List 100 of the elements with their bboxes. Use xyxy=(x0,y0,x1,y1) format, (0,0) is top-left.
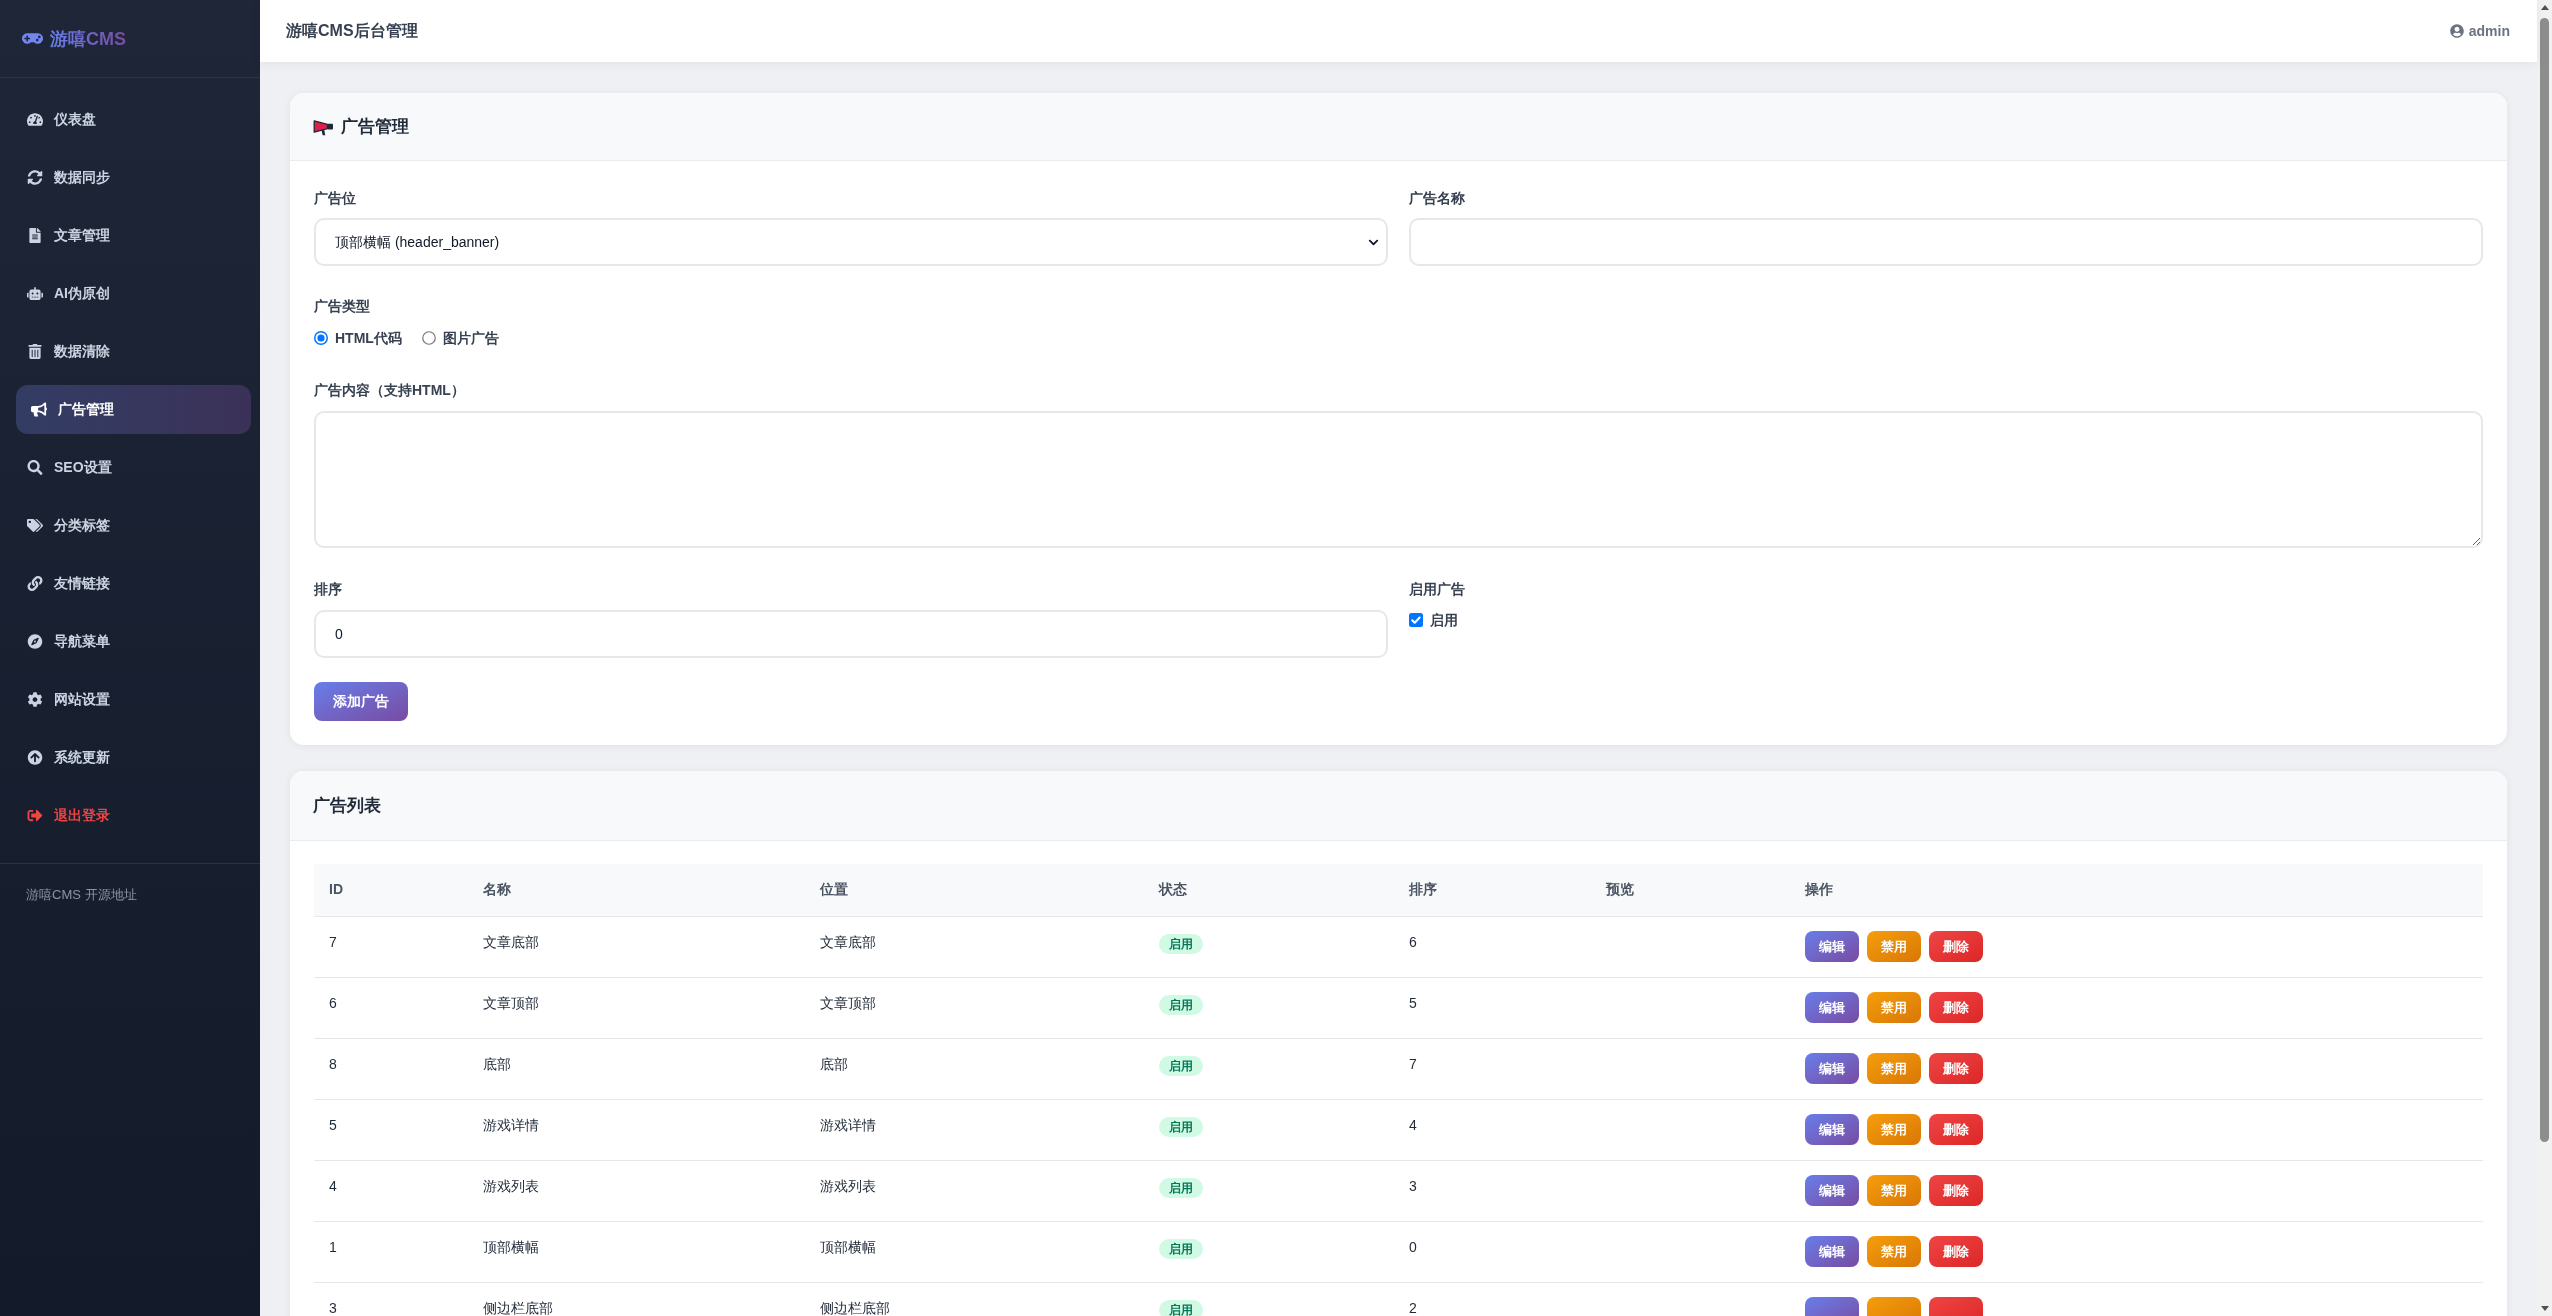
nav-item[interactable]: 网站设置 xyxy=(16,675,251,724)
field-label: 广告内容（支持HTML） xyxy=(314,381,465,400)
table-cell: 侧边栏底部 xyxy=(468,1282,805,1316)
nav-item[interactable]: 导航菜单 xyxy=(16,617,251,666)
table-cell: 游戏详情 xyxy=(468,1099,805,1160)
table-cell: 文章底部 xyxy=(468,916,805,977)
field-label: 广告类型 xyxy=(314,297,370,316)
table-cell: 侧边栏底部 xyxy=(805,1282,1144,1316)
link-icon xyxy=(27,576,43,591)
delete-button[interactable]: 删除 xyxy=(1929,992,1983,1023)
edit-button[interactable]: 编辑 xyxy=(1805,1236,1859,1267)
table-cell: 7 xyxy=(314,916,468,977)
table-cell: 5 xyxy=(314,1099,468,1160)
radio-button[interactable] xyxy=(421,331,436,345)
delete-button[interactable]: 删除 xyxy=(1929,1236,1983,1267)
table-cell: 5 xyxy=(1394,977,1591,1038)
table-cell: 3 xyxy=(314,1282,468,1316)
table-cell: 游戏列表 xyxy=(468,1160,805,1221)
table-cell: 6 xyxy=(314,977,468,1038)
disable-button[interactable]: 禁用 xyxy=(1867,1114,1921,1145)
nav-item[interactable]: 友情链接 xyxy=(16,559,251,608)
disable-button[interactable]: 禁用 xyxy=(1867,1175,1921,1206)
trash-icon xyxy=(27,344,43,359)
sort-input[interactable]: 0 xyxy=(314,610,1388,658)
table-cell: 0 xyxy=(1394,1221,1591,1282)
status-badge: 启用 xyxy=(1159,994,1203,1015)
status-badge: 启用 xyxy=(1159,1055,1203,1076)
table-cell: 底部 xyxy=(805,1038,1144,1099)
table-cell: 4 xyxy=(314,1160,468,1221)
nav-item[interactable]: 仪表盘 xyxy=(16,95,251,144)
nav-item[interactable]: 数据同步 xyxy=(16,153,251,202)
status-badge: 启用 xyxy=(1159,1177,1203,1198)
column-header: 状态 xyxy=(1144,864,1394,916)
scroll-up-arrow-icon[interactable] xyxy=(2540,5,2549,10)
table-cell: 4 xyxy=(1394,1099,1591,1160)
checkbox[interactable] xyxy=(1409,613,1423,627)
nav-item[interactable]: 数据清除 xyxy=(16,327,251,376)
nav-item[interactable]: 退出登录 xyxy=(16,791,251,840)
table-cell: 文章底部 xyxy=(805,916,1144,977)
field-label: 启用广告 xyxy=(1409,580,1465,599)
robot-icon xyxy=(27,286,43,301)
status-badge: 启用 xyxy=(1159,1238,1203,1259)
table-cell: 8 xyxy=(314,1038,468,1099)
nav-item[interactable]: 系统更新 xyxy=(16,733,251,782)
column-header: 名称 xyxy=(468,864,805,916)
gauge-icon xyxy=(27,112,43,127)
delete-button[interactable]: 删除 xyxy=(1929,931,1983,962)
card-title: 广告列表 xyxy=(313,794,381,817)
edit-button[interactable]: 编辑 xyxy=(1805,1175,1859,1206)
name-input[interactable] xyxy=(1409,218,2483,266)
table-cell: 顶部横幅 xyxy=(468,1221,805,1282)
status-badge: 启用 xyxy=(1159,1116,1203,1137)
radio-button[interactable] xyxy=(314,331,328,345)
user-name: admin xyxy=(2468,21,2510,41)
status-badge: 启用 xyxy=(1159,933,1203,954)
nav-item[interactable]: 文章管理 xyxy=(16,211,251,260)
checkbox-label[interactable]: 启用 xyxy=(1430,609,1458,631)
logout-icon xyxy=(27,808,43,823)
scrollbar-thumb[interactable] xyxy=(2540,18,2549,1142)
edit-button[interactable]: 编辑 xyxy=(1805,931,1859,962)
nav-item[interactable]: 广告管理 xyxy=(16,385,251,434)
nav-item[interactable]: AI伪原创 xyxy=(16,269,251,318)
disable-button[interactable]: 禁用 xyxy=(1867,992,1921,1023)
radio-label[interactable]: 图片广告 xyxy=(442,327,499,349)
column-header: ID xyxy=(314,864,468,916)
radio-label[interactable]: HTML代码 xyxy=(335,327,402,349)
table-cell: 3 xyxy=(1394,1160,1591,1221)
table-cell: 游戏详情 xyxy=(805,1099,1144,1160)
disable-button[interactable]: 禁用 xyxy=(1867,1053,1921,1084)
delete-button[interactable]: 删除 xyxy=(1929,1053,1983,1084)
column-header: 预览 xyxy=(1591,864,1790,916)
disable-button[interactable]: 禁用 xyxy=(1867,931,1921,962)
edit-button[interactable]: 编辑 xyxy=(1805,992,1859,1023)
edit-button[interactable]: 编辑 xyxy=(1805,1053,1859,1084)
disable-button[interactable]: 禁用 xyxy=(1867,1236,1921,1267)
delete-button[interactable]: 删除 xyxy=(1929,1114,1983,1145)
nav-item[interactable]: SEO设置 xyxy=(16,443,251,492)
add-ad-button[interactable]: 添加广告 xyxy=(314,682,408,721)
tags-icon xyxy=(27,518,43,533)
page-title: 游嘻CMS后台管理 xyxy=(286,21,418,41)
edit-button[interactable]: 编辑 xyxy=(1805,1114,1859,1145)
table-cell: 1 xyxy=(314,1221,468,1282)
footer-link[interactable]: 游嘻CMS 开源地址 xyxy=(26,887,137,902)
table-cell: 游戏列表 xyxy=(805,1160,1144,1221)
scroll-down-arrow-icon[interactable] xyxy=(2540,1306,2549,1311)
column-header: 操作 xyxy=(1790,864,2483,916)
compass-icon xyxy=(27,634,43,649)
position-select[interactable]: 顶部横幅 (header_banner) xyxy=(314,218,1388,266)
card-title: 广告管理 xyxy=(341,115,409,138)
table-cell: 2 xyxy=(1394,1282,1591,1316)
column-header: 位置 xyxy=(805,864,1144,916)
megaphone-icon xyxy=(31,402,47,417)
gamepad-icon xyxy=(22,30,43,47)
delete-button[interactable]: 删除 xyxy=(1929,1175,1983,1206)
document-icon xyxy=(27,228,43,243)
nav-item[interactable]: 分类标签 xyxy=(16,501,251,550)
field-label: 广告名称 xyxy=(1409,189,1465,208)
table-cell: 底部 xyxy=(468,1038,805,1099)
search-icon xyxy=(27,460,43,475)
megaphone-icon xyxy=(313,117,334,136)
